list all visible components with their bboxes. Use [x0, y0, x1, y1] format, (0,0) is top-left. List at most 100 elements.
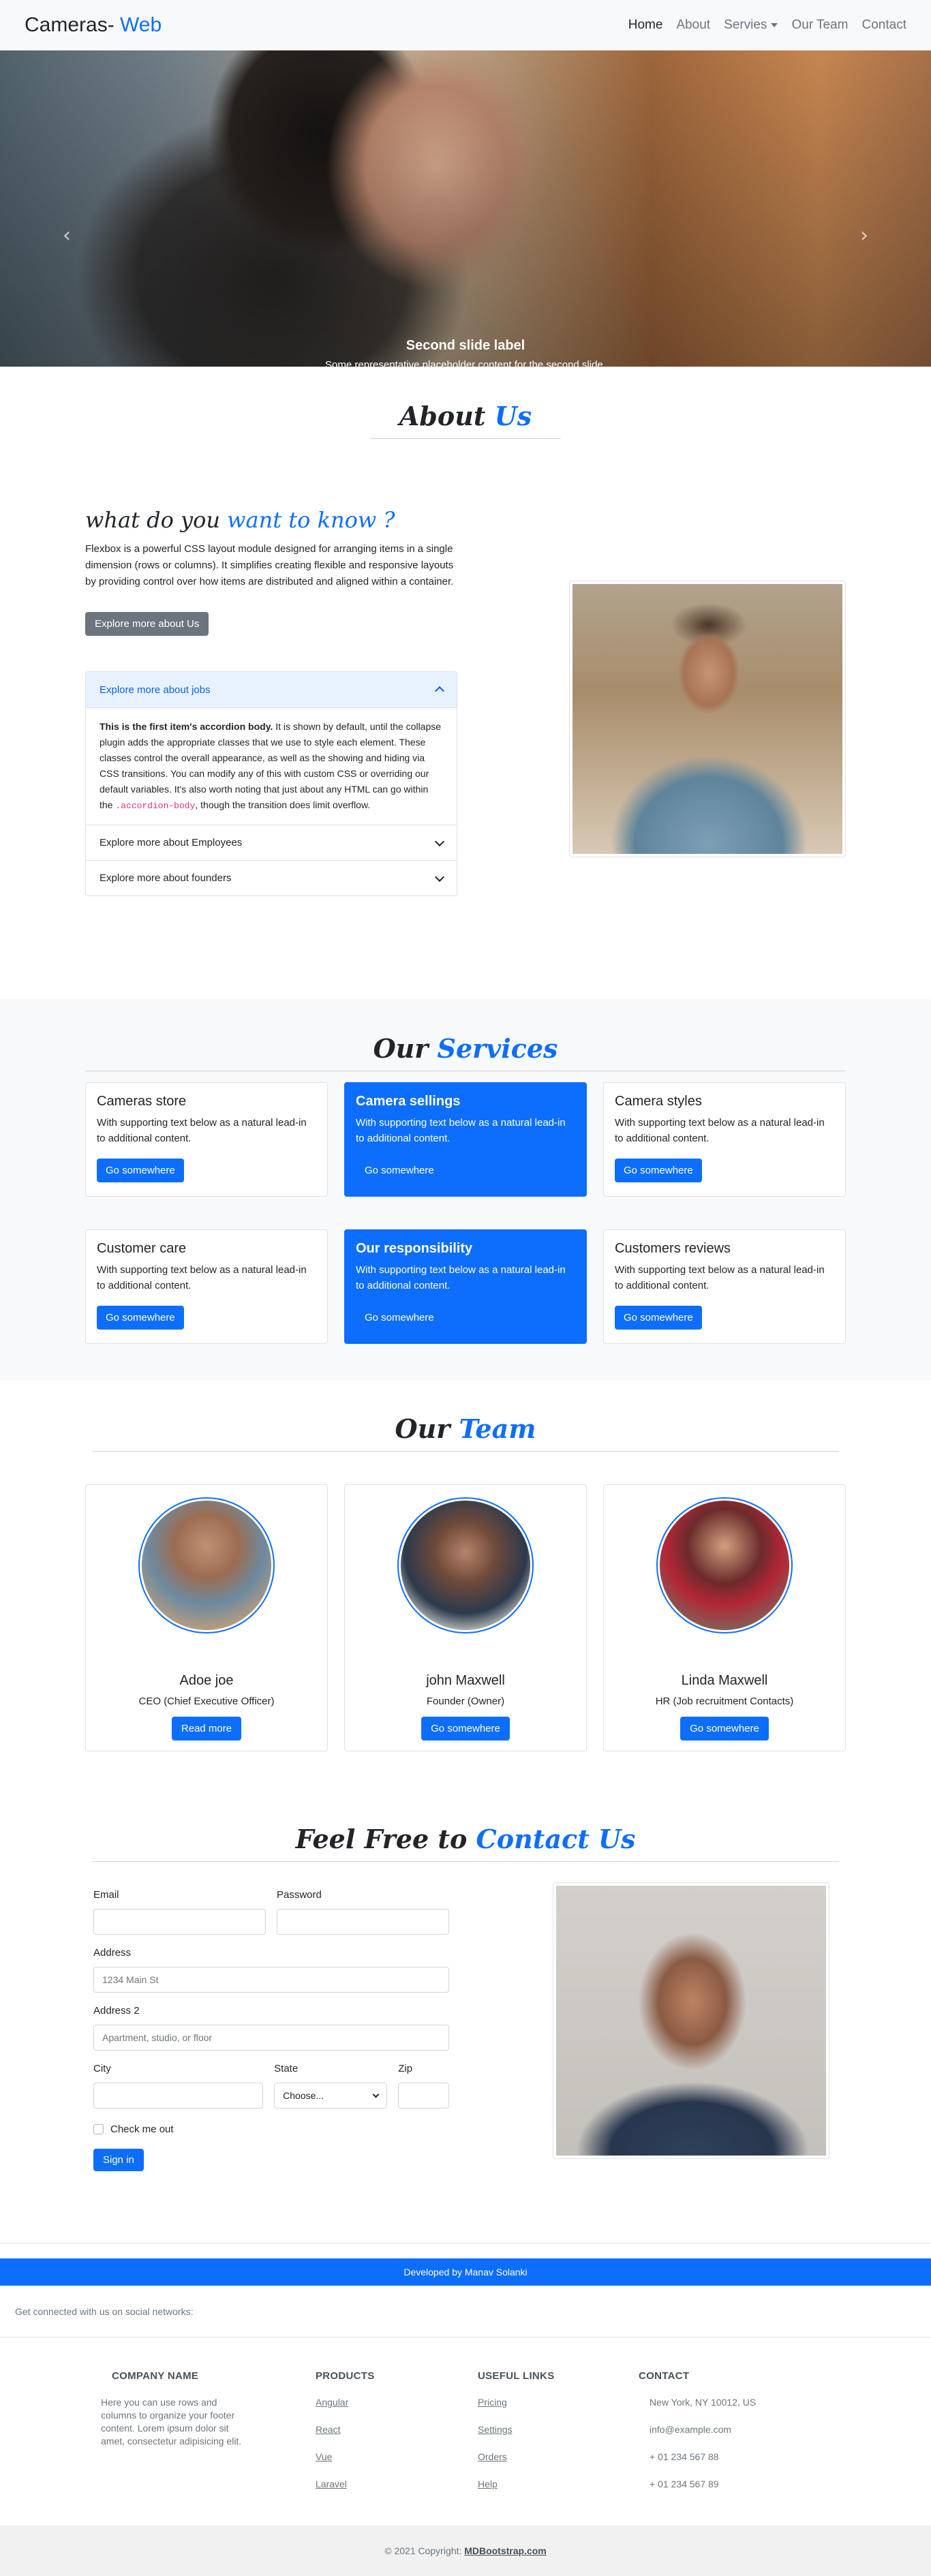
go-somewhere-button[interactable]: Go somewhere: [615, 1306, 702, 1330]
contact-email: info@example.com: [650, 2424, 732, 2435]
chevron-left-icon[interactable]: ‹: [63, 224, 71, 247]
footer-company: Company name Here you can use rows and c…: [101, 2370, 316, 2526]
footer-links: Useful links Pricing Settings Orders Hel…: [478, 2370, 639, 2526]
email-field[interactable]: [93, 1909, 266, 1935]
footer-columns: Company name Here you can use rows and c…: [0, 2337, 931, 2526]
product-link[interactable]: Laravel: [316, 2478, 478, 2491]
services-title-accent: Services: [437, 1033, 558, 1064]
hero-carousel: ‹ › Second slide label Some representati…: [0, 50, 931, 367]
accordion-header-jobs[interactable]: Explore more about jobs: [86, 672, 457, 707]
team-title-accent: Team: [459, 1413, 536, 1444]
contact-footer-title: Contact: [639, 2370, 690, 2382]
about-section: About Us what do you want to know ? Flex…: [0, 367, 931, 999]
links-title: Useful links: [478, 2370, 555, 2382]
state-select[interactable]: Choose...: [274, 2083, 388, 2109]
title-divider: [370, 438, 561, 439]
address2-label: Address 2: [93, 2005, 140, 2017]
team-title: Our Team: [85, 1413, 846, 1444]
address2-field[interactable]: Apartment, studio, or floor: [93, 2025, 449, 2051]
card-text: With supporting text below as a natural …: [615, 1264, 825, 1291]
password-field[interactable]: [277, 1909, 449, 1935]
go-somewhere-button[interactable]: Go somewhere: [680, 1717, 769, 1741]
nav-contact[interactable]: Contact: [862, 18, 906, 33]
team-cards: Adoe joe CEO (Chief Executive Officer) R…: [85, 1484, 846, 1751]
services-title: Our Services: [85, 1033, 846, 1064]
nav-services-dropdown[interactable]: Servies: [724, 18, 778, 33]
card-text: With supporting text below as a natural …: [615, 1117, 825, 1144]
card-title: Camera sellings: [356, 1094, 461, 1109]
check-me-out[interactable]: Check me out: [93, 2123, 449, 2135]
social-bar: Get connected with us on social networks…: [0, 2286, 931, 2337]
go-somewhere-button[interactable]: Go somewhere: [97, 1159, 184, 1182]
company-title: Company name: [112, 2370, 199, 2382]
city-field[interactable]: [93, 2083, 264, 2109]
nav-team[interactable]: Our Team: [791, 18, 848, 33]
address-placeholder: 1234 Main St: [102, 1974, 159, 1985]
caption-text: Some representative placeholder content …: [325, 359, 606, 367]
services-title-main: Our: [373, 1033, 429, 1064]
go-somewhere-button[interactable]: Go somewhere: [615, 1159, 702, 1182]
useful-link[interactable]: Help: [478, 2478, 639, 2491]
about-heading-accent: want to know ?: [227, 507, 395, 533]
brand-main: Cameras-: [25, 14, 115, 36]
contact-title-accent: Contact Us: [476, 1824, 636, 1854]
member-role: HR (Job recruitment Contacts): [655, 1696, 794, 1707]
about-title-main: About: [399, 401, 486, 431]
product-link[interactable]: React: [316, 2423, 478, 2436]
copyright-link[interactable]: MDBootstrap.com: [464, 2545, 547, 2556]
accordion-body-code: .accordion-body: [115, 801, 196, 811]
member-role: CEO (Chief Executive Officer): [138, 1696, 275, 1707]
card-title: Customer care: [97, 1241, 187, 1256]
brand-logo[interactable]: Cameras- Web: [25, 14, 162, 37]
carousel-caption: Second slide label Some representative p…: [0, 338, 931, 367]
footer-contact: Contact New York, NY 10012, US info@exam…: [639, 2370, 756, 2526]
team-title-main: Our: [395, 1413, 451, 1444]
useful-link[interactable]: Pricing: [478, 2396, 639, 2409]
useful-link[interactable]: Orders: [478, 2451, 639, 2464]
state-value: Choose...: [283, 2090, 324, 2101]
chevron-right-icon[interactable]: ›: [860, 224, 868, 247]
product-link[interactable]: Angular: [316, 2396, 478, 2409]
chevron-down-icon: [434, 872, 445, 882]
go-somewhere-button[interactable]: Go somewhere: [356, 1306, 443, 1330]
go-somewhere-button[interactable]: Go somewhere: [421, 1717, 510, 1741]
nav-links: Home About Servies Our Team Contact: [628, 18, 906, 33]
service-card: Cameras store With supporting text below…: [85, 1082, 328, 1197]
service-card: Our responsibility With supporting text …: [344, 1229, 587, 1344]
card-text: With supporting text below as a natural …: [356, 1117, 566, 1144]
team-card: john Maxwell Founder (Owner) Go somewher…: [344, 1484, 587, 1751]
nav-about[interactable]: About: [676, 18, 710, 33]
bearded-man-image: [556, 1886, 826, 2156]
company-text: Here you can use rows and columns to org…: [101, 2397, 242, 2447]
go-somewhere-button[interactable]: Go somewhere: [356, 1159, 443, 1182]
avatar: [656, 1497, 793, 1634]
address-field[interactable]: 1234 Main St: [93, 1967, 449, 1993]
accordion-body: This is the first item's accordion body.…: [86, 707, 457, 825]
sign-in-button[interactable]: Sign in: [93, 2149, 144, 2171]
about-heading: what do you want to know ?: [85, 507, 457, 533]
service-card: Customers reviews With supporting text b…: [603, 1229, 846, 1344]
read-more-button[interactable]: Read more: [171, 1717, 242, 1741]
city-label: City: [93, 2063, 111, 2074]
avatar-image: [142, 1501, 271, 1630]
checkbox[interactable]: [93, 2124, 104, 2134]
accordion-header-founders[interactable]: Explore more about founders: [86, 860, 457, 895]
team-section: Our Team Adoe joe CEO (Chief Executive O…: [0, 1381, 931, 1800]
checkbox-label: Check me out: [110, 2123, 174, 2135]
useful-link[interactable]: Settings: [478, 2423, 639, 2436]
explore-about-button[interactable]: Explore more about Us: [85, 612, 209, 636]
team-card: Linda Maxwell HR (Job recruitment Contac…: [603, 1484, 846, 1751]
chevron-down-icon: [434, 836, 445, 846]
go-somewhere-button[interactable]: Go somewhere: [97, 1306, 184, 1330]
product-link[interactable]: Vue: [316, 2451, 478, 2464]
accordion-title: Explore more about founders: [100, 872, 232, 884]
accordion-header-employees[interactable]: Explore more about Employees: [86, 825, 457, 860]
contact-form: Email Password Address 1234 Main St Addre…: [85, 1889, 450, 2171]
services-section: Our Services Cameras store With supporti…: [0, 999, 931, 1381]
contact-section: Feel Free to Contact Us Email Password A…: [0, 1800, 931, 2243]
about-image: [569, 581, 846, 857]
zip-field[interactable]: [398, 2083, 450, 2109]
nav-home[interactable]: Home: [628, 18, 663, 33]
brand-accent: Web: [114, 14, 162, 36]
caret-down-icon: [771, 23, 778, 27]
